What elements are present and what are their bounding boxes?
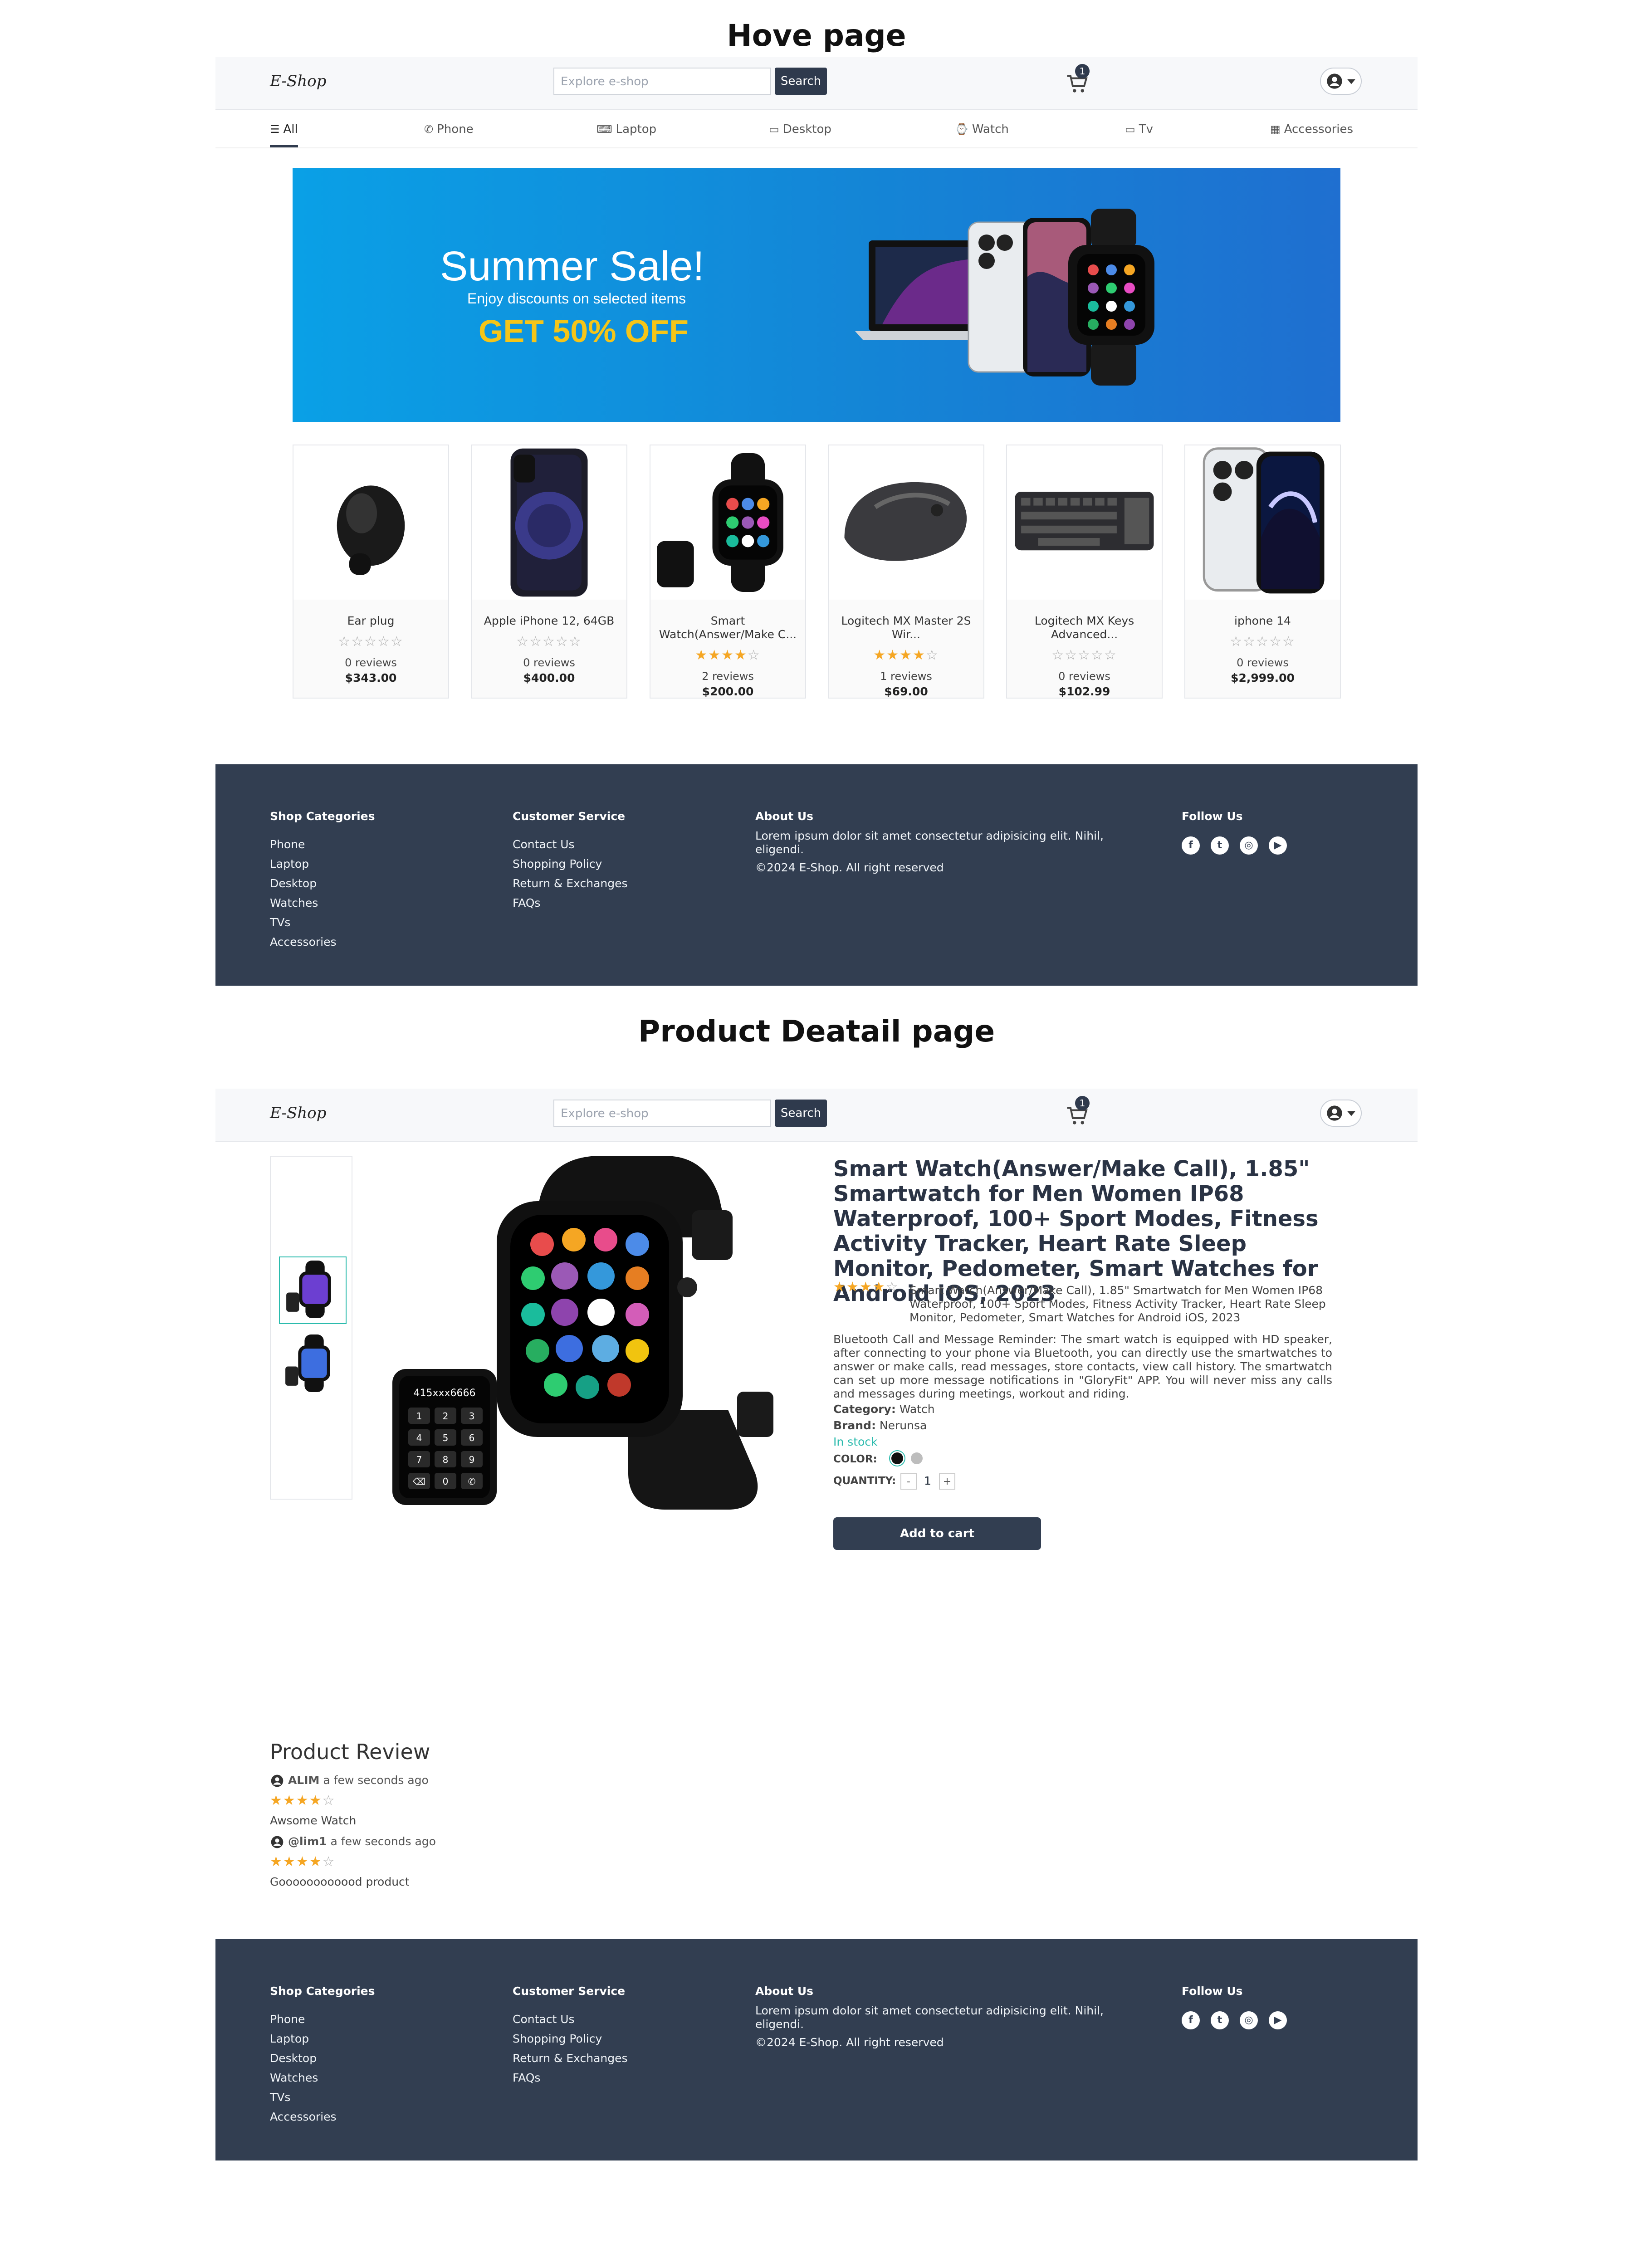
footer-link[interactable]: Watches [270, 2068, 375, 2087]
review-time: a few seconds ago [323, 1774, 429, 1787]
footer-link[interactable]: Accessories [270, 2107, 375, 2126]
quantity-decrease-button[interactable]: - [900, 1473, 917, 1490]
review-item: ALIM a few seconds ago ★★★★☆ Awsome Watch [270, 1774, 587, 1827]
keypad-key-label: 4 [416, 1432, 422, 1443]
watch-thumbnail-image [285, 1334, 330, 1392]
footer-about: About Us Lorem ipsum dolor sit amet conse… [755, 1984, 1136, 2049]
stock-status: In stock [833, 1435, 878, 1448]
color-label: COLOR: [833, 1453, 877, 1465]
product-brand: Brand: Nerunsa [833, 1419, 927, 1432]
thumbnail-2[interactable] [279, 1331, 345, 1397]
footer-link[interactable]: FAQs [513, 2068, 628, 2087]
keypad-key-label: 6 [469, 1432, 475, 1443]
footer-heading: Shop Categories [270, 1984, 375, 1998]
thumbnail-column [270, 1156, 352, 1500]
brand-label: Brand: [833, 1419, 876, 1432]
keypad-key-label: 3 [469, 1411, 475, 1422]
twitter-icon[interactable]: t [1211, 2011, 1229, 2029]
detail-page: E-Shop Explore e-shop Search 1 415xxx666… [215, 0, 1418, 2268]
reviews-title: Product Review [270, 1740, 430, 1764]
logo[interactable]: E-Shop [270, 1104, 326, 1122]
product-description: Bluetooth Call and Message Reminder: The… [833, 1333, 1332, 1400]
search-input[interactable]: Explore e-shop [553, 1100, 771, 1127]
footer-link[interactable]: Contact Us [513, 2009, 628, 2029]
footer-link[interactable]: Shopping Policy [513, 2029, 628, 2048]
footer-copyright: ©2024 E-Shop. All right reserved [755, 2036, 944, 2049]
keypad-key-label: 8 [443, 1454, 449, 1465]
keypad-key-label: 2 [443, 1411, 449, 1422]
thumbnail-1[interactable] [279, 1256, 347, 1324]
footer-about-text: Lorem ipsum dolor sit amet consectetur a… [755, 2004, 1104, 2031]
facebook-icon[interactable]: f [1182, 2011, 1200, 2029]
user-avatar-icon [271, 1836, 284, 1848]
quantity-label: QUANTITY: [833, 1475, 896, 1487]
user-avatar-icon [271, 1774, 284, 1787]
keypad-key-label: ⌫ [413, 1476, 425, 1487]
brand-value: Nerunsa [879, 1419, 927, 1432]
review-author: ALIM [288, 1774, 320, 1787]
review-item: @lim1 a few seconds ago ★★★★☆ Gooooooooooo… [270, 1835, 587, 1888]
keypad-key-label: 0 [443, 1476, 449, 1487]
keypad-key-label: 1 [416, 1411, 422, 1422]
review-comment: Awsome Watch [270, 1814, 357, 1827]
add-to-cart-button[interactable]: Add to cart [833, 1517, 1041, 1550]
cart-count-badge: 1 [1075, 1096, 1090, 1110]
site-footer: Shop Categories Phone Laptop Desktop Watches… [215, 1939, 1418, 2160]
color-swatch-black[interactable] [891, 1452, 903, 1464]
review-time: a few seconds ago [330, 1835, 436, 1848]
user-avatar-icon [1327, 1105, 1342, 1121]
footer-heading: Customer Service [513, 1984, 626, 1998]
youtube-icon[interactable]: ▶ [1269, 2011, 1287, 2029]
category-label: Category: [833, 1403, 896, 1416]
footer-link[interactable]: Return & Exchanges [513, 2048, 628, 2068]
footer-heading: About Us [755, 1984, 814, 1998]
search-button[interactable]: Search [775, 1100, 827, 1127]
footer-link[interactable]: Laptop [270, 2029, 375, 2048]
user-menu-button[interactable] [1320, 1100, 1362, 1127]
product-category: Category: Watch [833, 1403, 935, 1416]
footer-link[interactable]: Desktop [270, 2048, 375, 2068]
product-main-image: 415xxx6666 1 2 3 4 5 6 7 8 9 ⌫ 0 ✆ [392, 1156, 773, 1510]
instagram-icon[interactable]: ◎ [1240, 2011, 1258, 2029]
footer-customer-service: Customer Service Contact Us Shopping Polic… [513, 1984, 628, 2087]
review-rating: ★★★★☆ [270, 1854, 336, 1870]
chevron-down-icon [1347, 1111, 1355, 1116]
footer-follow: Follow Us f t ◎ ▶ [1182, 1984, 1298, 2029]
footer-heading: Follow Us [1182, 1984, 1243, 1998]
watch-thumbnail-image [286, 1261, 331, 1318]
keypad-key-label: 5 [443, 1432, 449, 1443]
review-comment: Goooooooooood product [270, 1875, 410, 1888]
keypad-key-label: 7 [416, 1454, 422, 1465]
review-author: @lim1 [288, 1835, 327, 1848]
quantity-value: 1 [924, 1474, 931, 1487]
keypad-phone-number: 415xxx6666 [413, 1388, 475, 1399]
footer-shop-categories: Shop Categories Phone Laptop Desktop Watches… [270, 1984, 375, 2126]
product-short-description: Smart Watch(Answer/Make Call), 1.85" Sma… [909, 1284, 1326, 1324]
color-swatch-gray[interactable] [911, 1452, 923, 1464]
review-rating: ★★★★☆ [270, 1793, 336, 1809]
footer-link[interactable]: TVs [270, 2087, 375, 2107]
keypad-key-label: ✆ [468, 1476, 476, 1487]
category-value: Watch [899, 1403, 935, 1416]
site-header: E-Shop Explore e-shop Search 1 [215, 1089, 1418, 1142]
quantity-increase-button[interactable]: + [939, 1473, 955, 1490]
product-rating: ★★★★☆ [833, 1279, 899, 1295]
keypad-key-label: 9 [469, 1454, 475, 1465]
footer-link[interactable]: Phone [270, 2009, 375, 2029]
